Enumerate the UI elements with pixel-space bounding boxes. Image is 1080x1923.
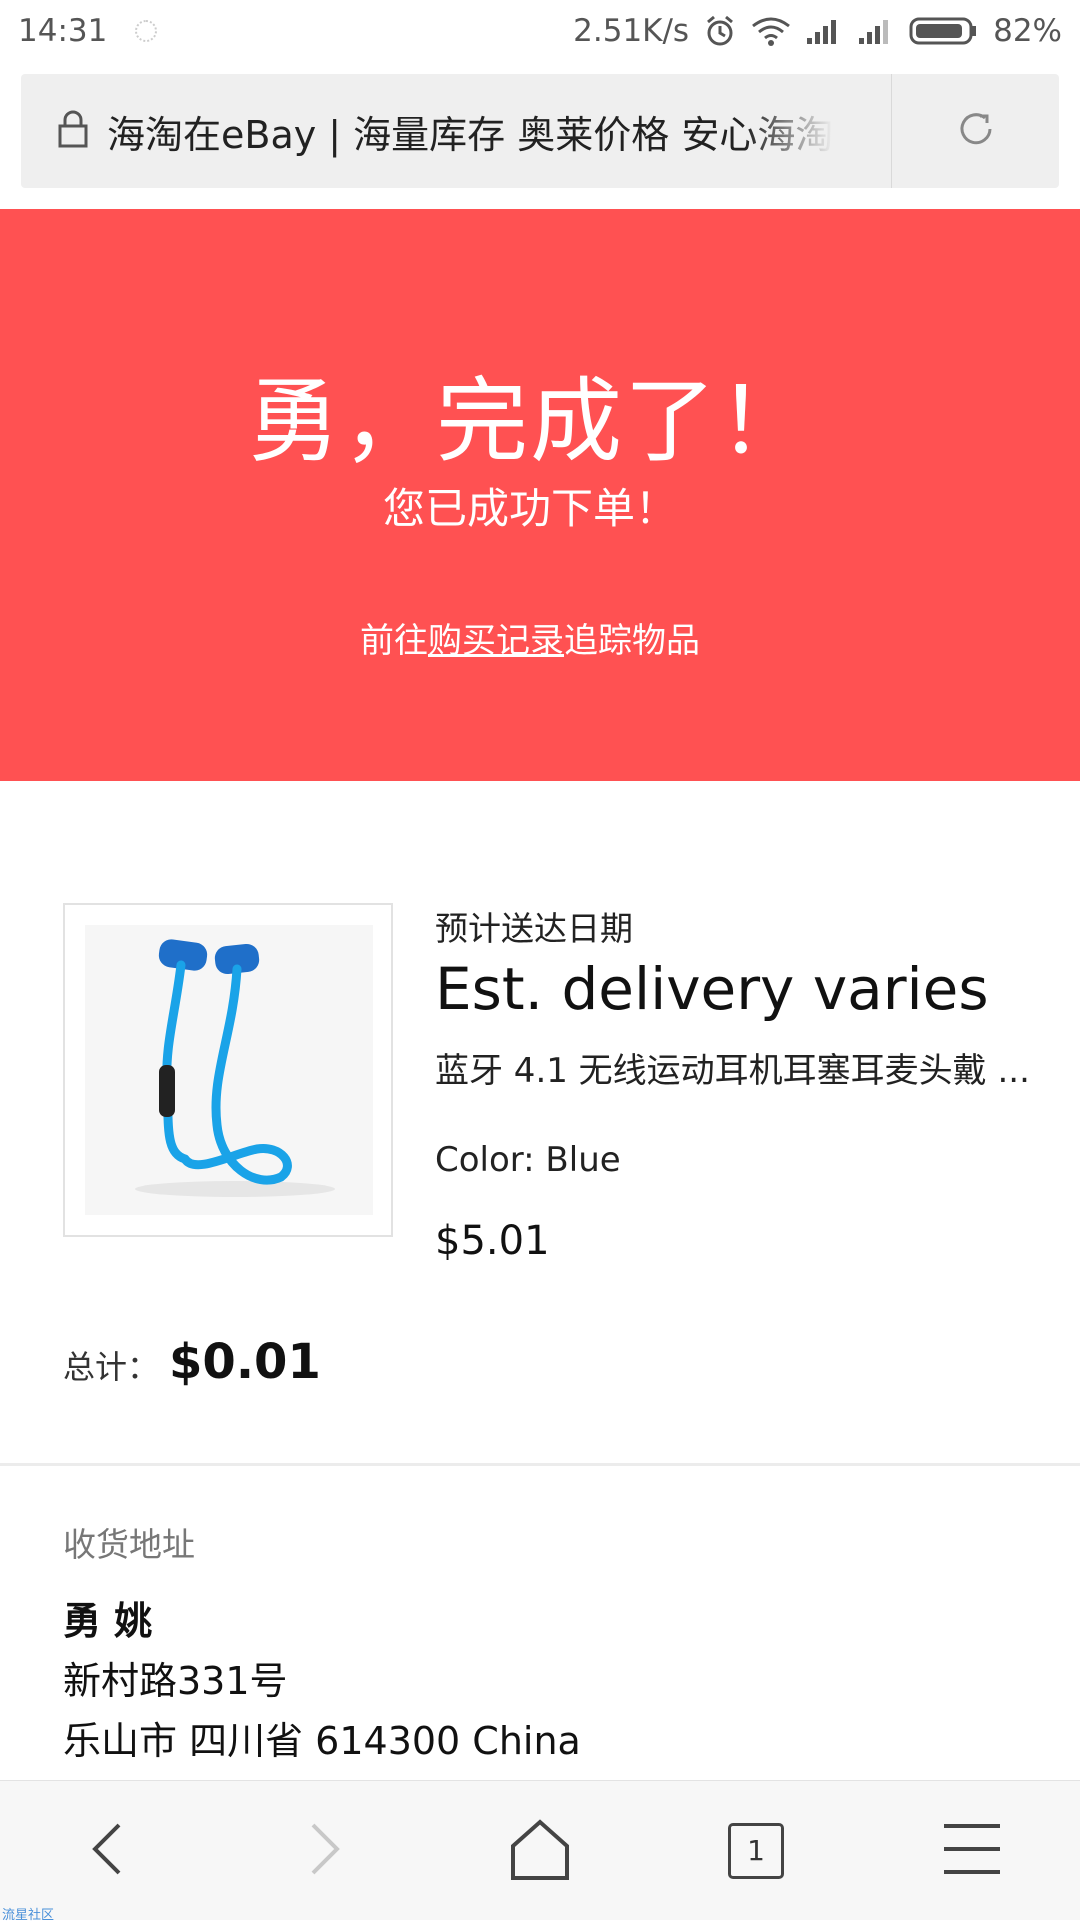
- tabs-button[interactable]: 1: [696, 1791, 816, 1911]
- total-label: 总计：: [63, 1348, 160, 1386]
- menu-button[interactable]: [912, 1791, 1032, 1911]
- forward-icon: [299, 1819, 349, 1883]
- loading-icon: [135, 20, 158, 42]
- link-suffix: 追踪物品: [564, 621, 700, 661]
- confirmation-title: 勇，完成了！: [247, 368, 812, 475]
- order-confirmation-banner: 勇，完成了！ 您已成功下单！ 前往购买记录追踪物品: [0, 209, 1080, 781]
- url-bar[interactable]: 海淘在eBay | 海量库存 奥莱价格 安心海淘: [21, 74, 1059, 188]
- page-title: 海淘在eBay | 海量库存 奥莱价格 安心海淘: [107, 112, 834, 157]
- signal-icon: [805, 16, 843, 46]
- home-button[interactable]: [480, 1791, 600, 1911]
- back-button[interactable]: [48, 1791, 168, 1911]
- confirmation-subtitle: 您已成功下单！: [382, 484, 677, 533]
- purchase-history-link[interactable]: 购买记录: [428, 621, 564, 661]
- home-icon: [507, 1816, 573, 1886]
- back-icon: [83, 1819, 133, 1883]
- tab-count: 1: [747, 1834, 765, 1867]
- browser-bottom-nav: 1: [0, 1780, 1080, 1920]
- address-line-1: 新村路331号: [63, 1659, 288, 1703]
- alarm-icon: [703, 14, 737, 48]
- battery-percent: 82%: [993, 13, 1062, 49]
- status-bar: 14:31 2.51K/s 82%: [0, 0, 1080, 62]
- forward-button[interactable]: [264, 1791, 384, 1911]
- purchase-history-line: 前往购买记录追踪物品: [0, 613, 1060, 662]
- total-value: $0.01: [169, 1334, 321, 1390]
- watermark: 流星社区: [2, 1908, 55, 1923]
- order-total: 总计： $0.01: [63, 1334, 321, 1390]
- earphones-icon: [85, 925, 373, 1215]
- reload-button[interactable]: [892, 74, 1059, 188]
- address-line-2: 乐山市 四川省 614300 China: [63, 1719, 581, 1763]
- shipping-address-label: 收货地址: [63, 1525, 195, 1564]
- lock-icon: [57, 109, 89, 153]
- status-right: 2.51K/s 82%: [573, 13, 1062, 49]
- signal-icon: [857, 16, 895, 46]
- reload-icon: [954, 107, 998, 155]
- product-title[interactable]: 蓝牙 4.1 无线运动耳机耳塞耳麦头戴 ...: [435, 1048, 1035, 1094]
- status-time: 14:31: [18, 13, 108, 49]
- product-color: Color: Blue: [435, 1140, 621, 1180]
- wifi-icon: [751, 16, 791, 46]
- delivery-date-label: 预计送达日期: [435, 909, 633, 948]
- product-price: $5.01: [435, 1218, 550, 1264]
- divider: [0, 1463, 1080, 1466]
- url-field[interactable]: 海淘在eBay | 海量库存 奥莱价格 安心海淘: [21, 74, 892, 188]
- delivery-date-value: Est. delivery varies: [435, 955, 989, 1023]
- tabs-icon: 1: [728, 1822, 784, 1879]
- network-speed: 2.51K/s: [573, 13, 690, 49]
- menu-icon: [942, 1822, 1002, 1880]
- product-image[interactable]: [63, 903, 393, 1237]
- recipient-name: 勇 姚: [63, 1599, 153, 1643]
- battery-icon: [909, 16, 979, 46]
- link-prefix: 前往: [360, 621, 428, 661]
- status-left: 14:31: [18, 13, 158, 49]
